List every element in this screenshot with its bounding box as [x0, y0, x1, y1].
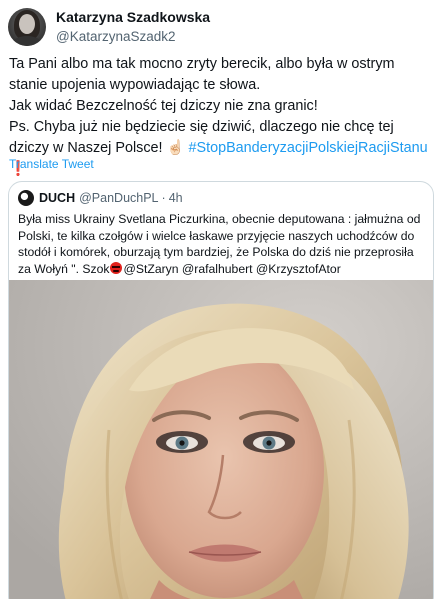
quoted-tweet-photo[interactable] — [9, 280, 433, 599]
hashtag-link[interactable]: #StopBanderyzacjiPolskiejRacjiStanu — [188, 140, 427, 156]
tweet-line-1: Ta Pani albo ma tak mocno zryty berecik,… — [9, 56, 395, 93]
tweet-line-2: Jak widać Bezczelność tej dziczy nie zna… — [9, 98, 318, 114]
quoted-tweet-text: Była miss Ukrainy Svetlana Piczurkina, o… — [18, 211, 428, 277]
angry-face-emoji-icon — [110, 261, 123, 274]
pointing-up-emoji-icon: ☝🏻 — [166, 140, 185, 156]
author-handle[interactable]: @KatarzynaSzadk2 — [56, 28, 210, 45]
translate-tweet-link[interactable]: Translate Tweet — [9, 157, 94, 171]
quoted-tweet-card[interactable]: DUCH @PanDuchPL · 4h Była miss Ukrainy S… — [8, 181, 434, 599]
portrait-image — [9, 280, 433, 599]
quoted-author-avatar — [18, 190, 34, 206]
separator-dot: · — [161, 191, 166, 205]
author-display-name[interactable]: Katarzyna Szadkowska — [56, 9, 210, 26]
tweet-header: Katarzyna Szadkowska @KatarzynaSzadk2 — [8, 7, 210, 47]
author-avatar[interactable] — [8, 8, 46, 46]
author-names: Katarzyna Szadkowska @KatarzynaSzadk2 — [56, 9, 210, 45]
quoted-timestamp: 4h — [168, 191, 183, 205]
quoted-text-mentions: @StZaryn @rafalhubert @KrzysztofAtor — [123, 261, 341, 276]
quoted-author-name: DUCH — [39, 191, 76, 205]
quoted-tweet-header: DUCH @PanDuchPL · 4h — [18, 190, 183, 206]
quoted-author-handle: @PanDuchPL — [79, 191, 159, 205]
